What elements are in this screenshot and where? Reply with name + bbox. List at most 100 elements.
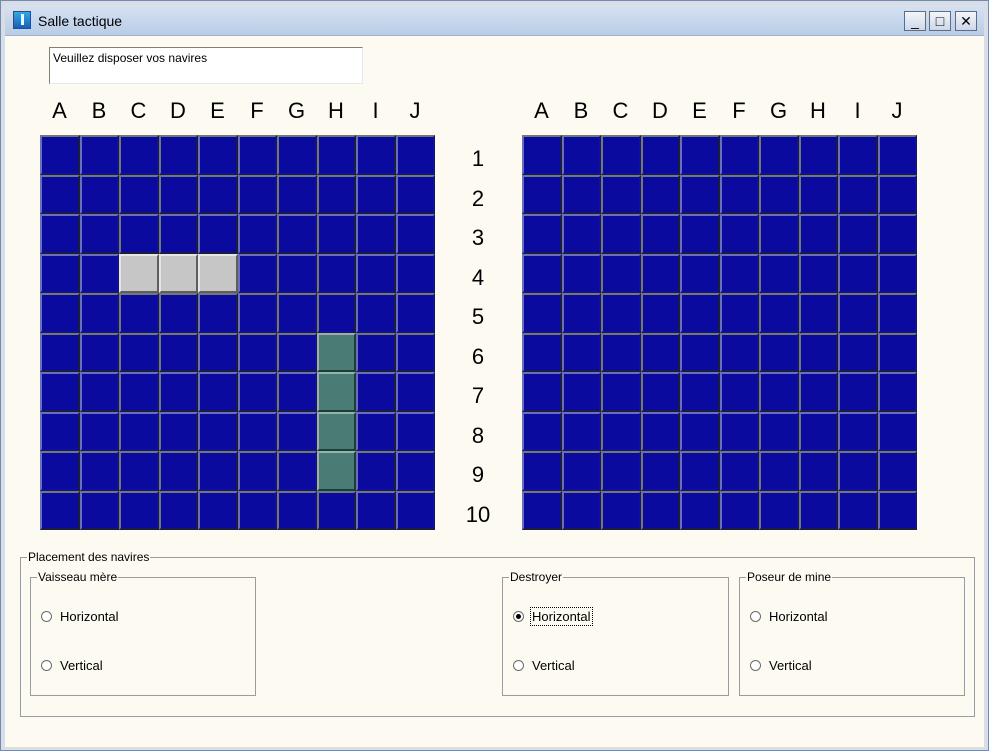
grid-cell[interactable] — [356, 372, 396, 412]
grid-cell[interactable] — [40, 293, 80, 333]
grid-cell[interactable] — [719, 293, 759, 333]
grid-cell[interactable] — [719, 174, 759, 214]
grid-cell[interactable] — [759, 411, 799, 451]
grid-cell[interactable] — [522, 214, 562, 254]
grid-cell[interactable] — [198, 135, 238, 175]
grid-cell[interactable] — [237, 332, 277, 372]
grid-cell[interactable] — [119, 293, 159, 333]
grid-cell[interactable] — [798, 372, 838, 412]
grid-cell[interactable] — [158, 293, 198, 333]
grid-cell[interactable] — [759, 135, 799, 175]
grid-cell[interactable] — [522, 372, 562, 412]
grid-cell[interactable] — [680, 332, 720, 372]
grid-cell[interactable] — [277, 490, 317, 530]
grid-cell[interactable] — [198, 411, 238, 451]
grid-cell[interactable] — [877, 490, 917, 530]
grid-cell[interactable] — [40, 451, 80, 491]
grid-cell[interactable] — [601, 332, 641, 372]
grid-cell[interactable] — [198, 293, 238, 333]
grid-cell[interactable] — [158, 451, 198, 491]
grid-cell[interactable] — [759, 293, 799, 333]
radio-vertical-destroyer[interactable]: Vertical — [513, 658, 575, 673]
grid-cell[interactable] — [316, 490, 356, 530]
grid-cell[interactable] — [277, 372, 317, 412]
grid-cell[interactable] — [680, 490, 720, 530]
grid-cell[interactable] — [798, 253, 838, 293]
grid-cell[interactable] — [561, 174, 601, 214]
grid-cell[interactable] — [877, 253, 917, 293]
grid-cell[interactable] — [277, 411, 317, 451]
grid-cell[interactable] — [119, 372, 159, 412]
grid-cell[interactable] — [561, 372, 601, 412]
grid-cell[interactable] — [395, 174, 435, 214]
grid-cell[interactable] — [561, 214, 601, 254]
title-bar[interactable]: Salle tactique _ □ ✕ — [5, 5, 984, 36]
grid-cell[interactable] — [40, 490, 80, 530]
grid-cell[interactable] — [237, 411, 277, 451]
grid-cell[interactable] — [277, 253, 317, 293]
grid-cell[interactable] — [395, 332, 435, 372]
grid-cell[interactable] — [680, 372, 720, 412]
grid-cell[interactable] — [316, 411, 356, 451]
grid-cell[interactable] — [40, 135, 80, 175]
radio-vertical-poseur-de-mine[interactable]: Vertical — [750, 658, 812, 673]
grid-cell[interactable] — [877, 135, 917, 175]
grid-cell[interactable] — [838, 174, 878, 214]
grid-cell[interactable] — [522, 411, 562, 451]
grid-cell[interactable] — [640, 253, 680, 293]
grid-cell[interactable] — [798, 214, 838, 254]
grid-cell[interactable] — [40, 253, 80, 293]
grid-cell[interactable] — [759, 214, 799, 254]
grid-cell[interactable] — [877, 411, 917, 451]
grid-cell[interactable] — [158, 135, 198, 175]
grid-cell[interactable] — [601, 253, 641, 293]
grid-cell[interactable] — [356, 214, 396, 254]
grid-cell[interactable] — [877, 214, 917, 254]
grid-cell[interactable] — [719, 411, 759, 451]
grid-cell[interactable] — [158, 372, 198, 412]
grid-cell[interactable] — [395, 135, 435, 175]
grid-cell[interactable] — [79, 411, 119, 451]
grid-cell[interactable] — [40, 174, 80, 214]
grid-cell[interactable] — [79, 135, 119, 175]
grid-cell[interactable] — [877, 174, 917, 214]
grid-cell[interactable] — [119, 332, 159, 372]
grid-cell[interactable] — [119, 174, 159, 214]
grid-cell[interactable] — [198, 332, 238, 372]
grid-cell[interactable] — [522, 174, 562, 214]
grid-cell[interactable] — [561, 135, 601, 175]
grid-cell[interactable] — [79, 253, 119, 293]
grid-cell[interactable] — [680, 174, 720, 214]
grid-cell[interactable] — [119, 490, 159, 530]
grid-cell[interactable] — [601, 490, 641, 530]
grid-cell[interactable] — [79, 372, 119, 412]
radio-button-icon[interactable] — [41, 660, 52, 671]
grid-cell[interactable] — [198, 214, 238, 254]
grid-cell[interactable] — [522, 451, 562, 491]
radio-horizontal-vaisseau-mere[interactable]: Horizontal — [41, 609, 119, 624]
grid-cell[interactable] — [40, 332, 80, 372]
grid-cell[interactable] — [356, 174, 396, 214]
grid-cell[interactable] — [561, 411, 601, 451]
grid-cell[interactable] — [277, 332, 317, 372]
close-button[interactable]: ✕ — [955, 11, 977, 31]
grid-cell[interactable] — [119, 135, 159, 175]
grid-cell[interactable] — [719, 451, 759, 491]
grid-cell[interactable] — [601, 372, 641, 412]
grid-cell[interactable] — [759, 372, 799, 412]
grid-cell[interactable] — [237, 293, 277, 333]
grid-cell[interactable] — [838, 451, 878, 491]
grid-cell[interactable] — [522, 293, 562, 333]
grid-cell[interactable] — [277, 214, 317, 254]
grid-cell[interactable] — [356, 135, 396, 175]
grid-cell[interactable] — [680, 214, 720, 254]
minimize-button[interactable]: _ — [904, 11, 926, 31]
grid-cell[interactable] — [719, 490, 759, 530]
grid-cell[interactable] — [680, 135, 720, 175]
grid-cell[interactable] — [237, 214, 277, 254]
grid-cell[interactable] — [680, 411, 720, 451]
maximize-button[interactable]: □ — [929, 11, 951, 31]
grid-cell[interactable] — [316, 214, 356, 254]
radio-vertical-vaisseau-mere[interactable]: Vertical — [41, 658, 103, 673]
grid-cell[interactable] — [237, 490, 277, 530]
